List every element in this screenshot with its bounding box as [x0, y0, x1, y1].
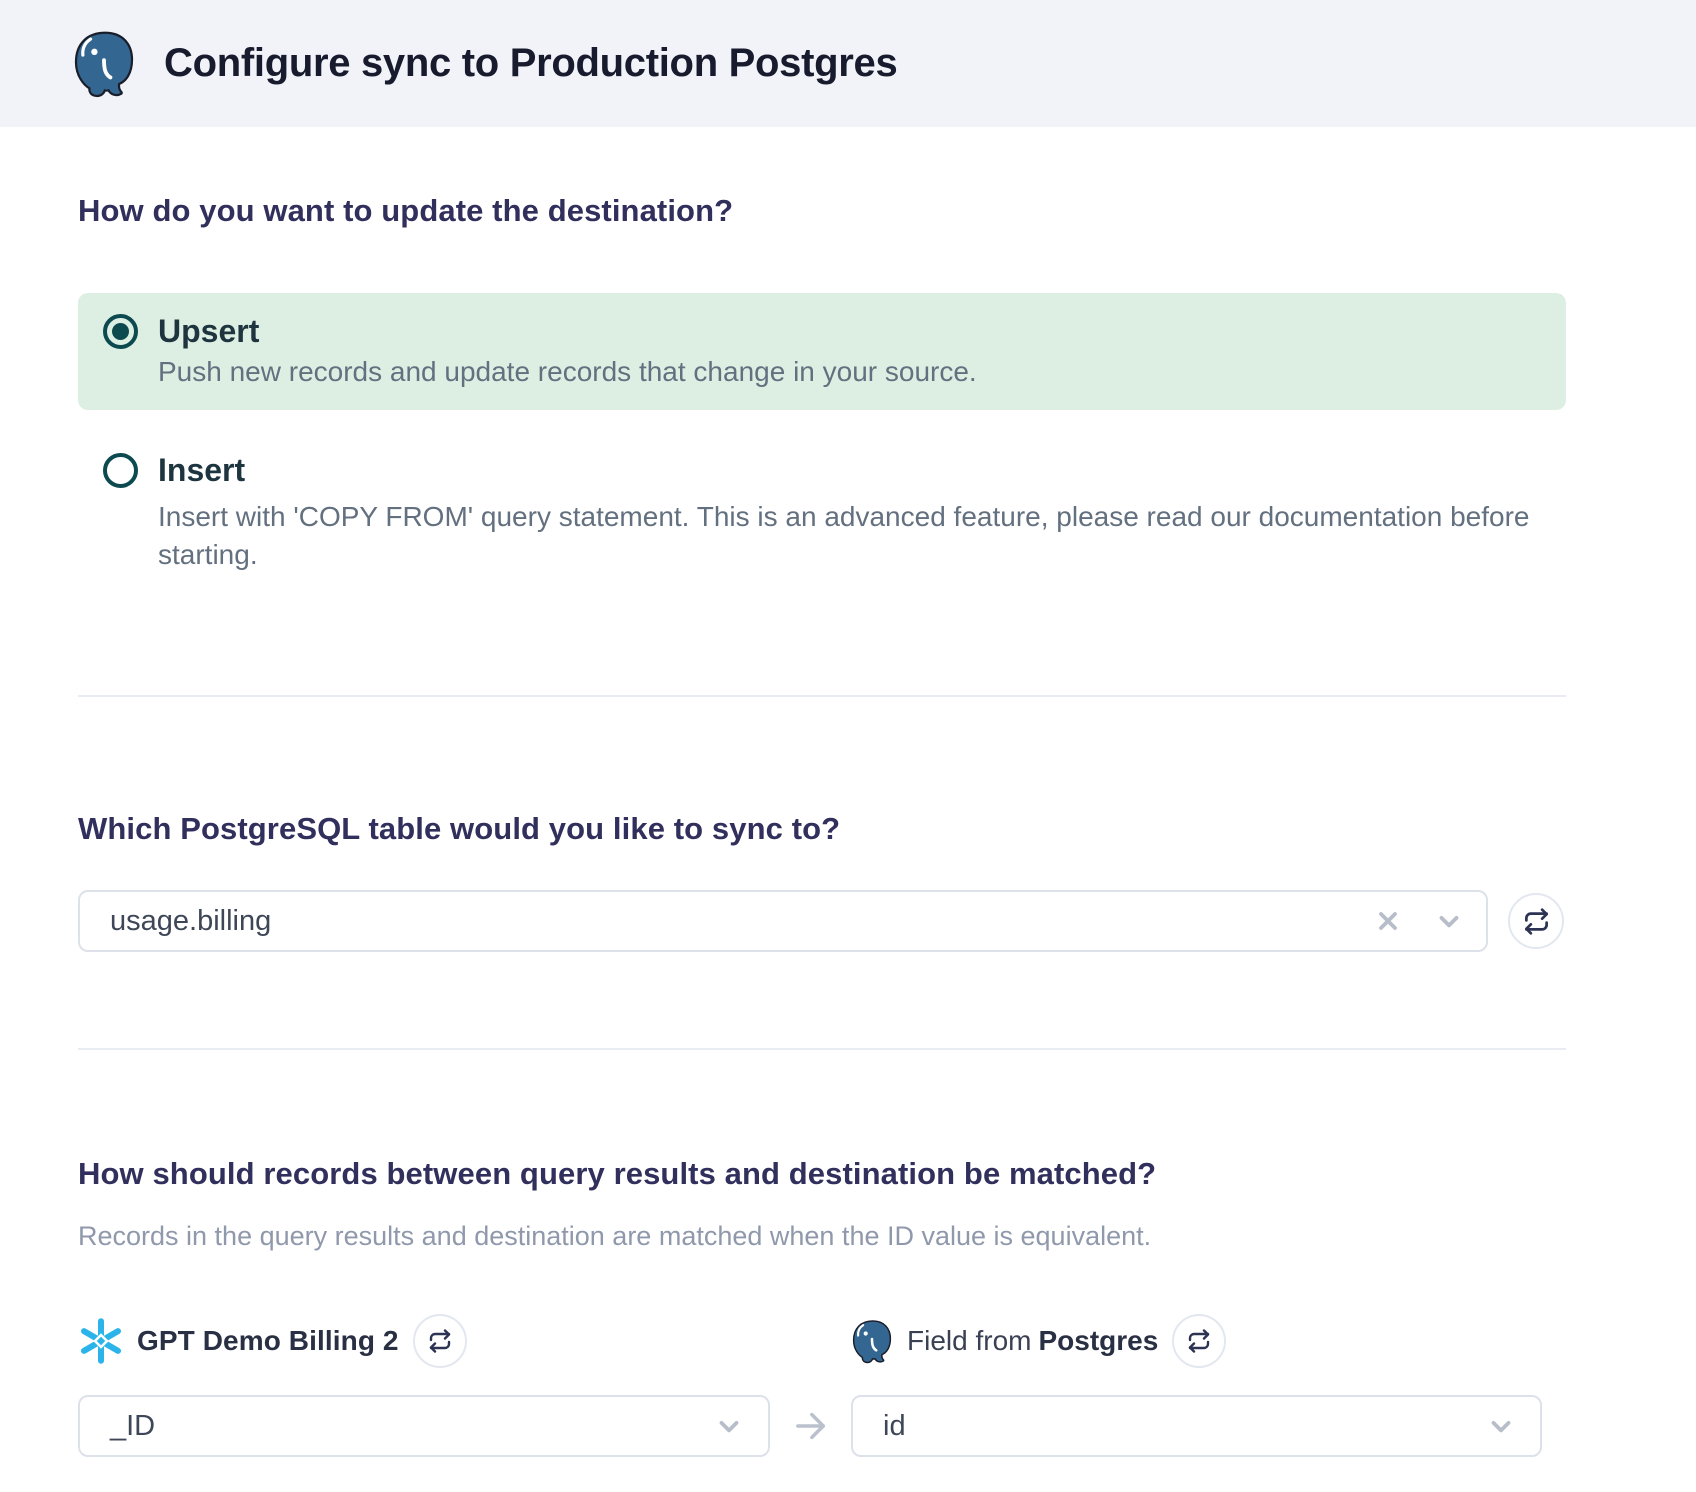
arrow-right-icon [790, 1405, 832, 1447]
matching-subtitle: Records in the query results and destina… [78, 1216, 1566, 1256]
section-divider [78, 695, 1566, 697]
repeat-icon [1523, 908, 1550, 935]
destination-field-select[interactable]: id [851, 1395, 1542, 1457]
postgres-logo-icon [72, 30, 136, 98]
chevron-down-icon [1486, 1411, 1516, 1441]
refresh-tables-button[interactable] [1508, 893, 1564, 949]
insert-option[interactable]: Insert Insert with 'COPY FROM' query sta… [78, 450, 1566, 574]
destination-field-label: Field from [907, 1325, 1031, 1357]
table-select-value: usage.billing [110, 905, 1374, 938]
insert-description: Insert with 'COPY FROM' query statement.… [158, 498, 1558, 574]
destination-column-header: Field from Postgres [851, 1314, 1542, 1368]
source-column-header: GPT Demo Billing 2 [78, 1314, 770, 1368]
upsert-radio[interactable] [103, 314, 138, 349]
chevron-down-icon[interactable] [1434, 906, 1464, 936]
destination-field-value: id [883, 1410, 1486, 1443]
upsert-description: Push new records and update records that… [158, 353, 1536, 391]
section-divider [78, 1048, 1566, 1050]
source-model-name: GPT Demo Billing 2 [137, 1325, 399, 1357]
clear-selection-icon[interactable] [1374, 907, 1402, 935]
update-mode-heading: How do you want to update the destinatio… [78, 191, 1566, 231]
matching-heading: How should records between query results… [78, 1154, 1566, 1194]
insert-option-text: Insert Insert with 'COPY FROM' query sta… [158, 450, 1566, 574]
refresh-source-fields-button[interactable] [413, 1314, 467, 1368]
postgres-icon [851, 1319, 893, 1364]
snowflake-icon [78, 1318, 124, 1364]
table-select-heading: Which PostgreSQL table would you like to… [78, 809, 1566, 849]
source-field-select[interactable]: _ID [78, 1395, 770, 1457]
refresh-destination-fields-button[interactable] [1172, 1314, 1226, 1368]
upsert-option-text: Upsert Push new records and update recor… [158, 311, 1536, 391]
repeat-icon [1187, 1329, 1211, 1353]
destination-system-name: Postgres [1038, 1325, 1158, 1357]
insert-radio[interactable] [103, 453, 138, 488]
header: Configure sync to Production Postgres [0, 0, 1696, 127]
repeat-icon [428, 1329, 452, 1353]
page-title: Configure sync to Production Postgres [164, 41, 897, 86]
source-field-value: _ID [110, 1410, 714, 1443]
table-select[interactable]: usage.billing [78, 890, 1488, 952]
sync-config-form: How do you want to update the destinatio… [0, 191, 1696, 1457]
upsert-label: Upsert [158, 311, 1536, 351]
chevron-down-icon [714, 1411, 744, 1441]
insert-label: Insert [158, 450, 1566, 490]
upsert-option[interactable]: Upsert Push new records and update recor… [78, 293, 1566, 410]
